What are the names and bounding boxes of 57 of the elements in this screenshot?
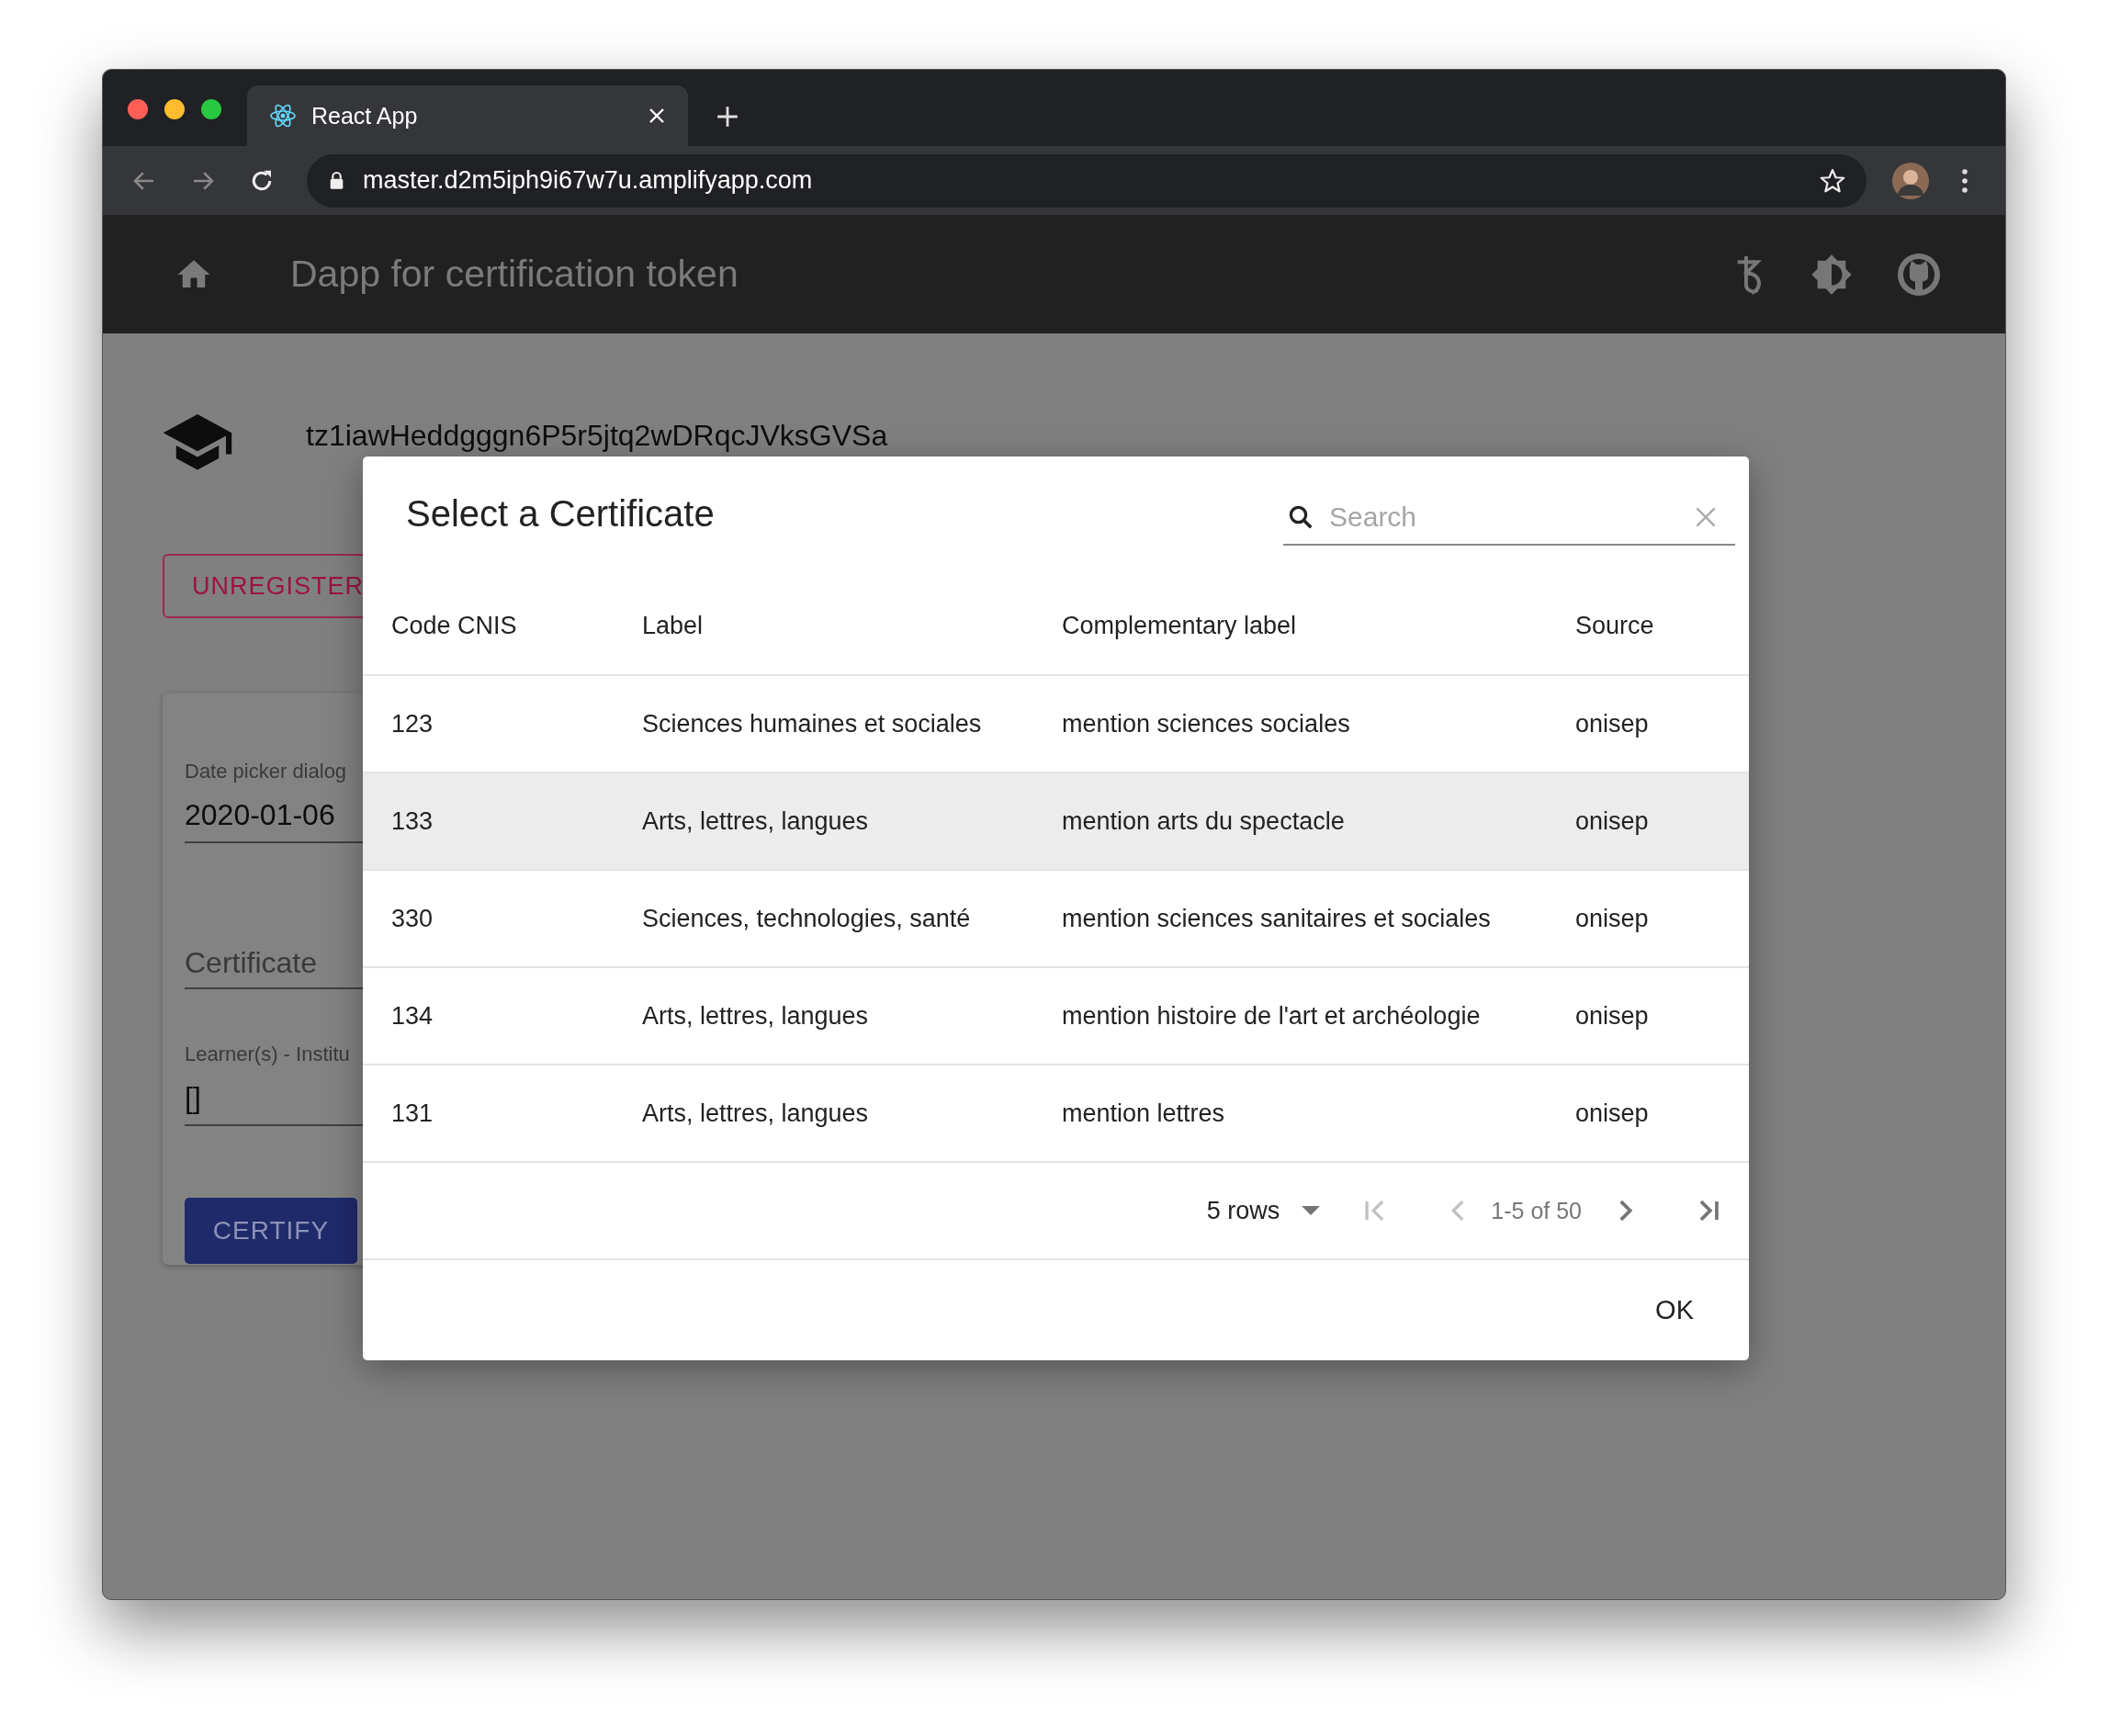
- star-icon[interactable]: [1819, 166, 1846, 195]
- field-value: []: [185, 1081, 202, 1115]
- table-cell-text: Arts, lettres, langues: [642, 1099, 870, 1128]
- table-cell-text: Arts, lettres, langues: [642, 1001, 870, 1031]
- avatar-icon[interactable]: [1892, 162, 1929, 199]
- column-header[interactable]: Complementary label: [1062, 612, 1575, 640]
- certify-button[interactable]: CERTIFY: [185, 1198, 357, 1264]
- table-cell-text: 134: [390, 1001, 434, 1031]
- clear-icon[interactable]: [1695, 506, 1717, 528]
- search-field[interactable]: Search: [1327, 501, 1682, 534]
- page-range: 1-5 of 50: [1491, 1197, 1582, 1224]
- table-row[interactable]: 133 Arts, lettres, langues mention arts du spectacle onisep: [363, 773, 1749, 871]
- table-cell-text: onisep: [1575, 1001, 1650, 1031]
- table-cell-text: onisep: [1575, 904, 1650, 933]
- table-row[interactable]: 330 Sciences, technologies, santé mention sciences sanitaires et sociales onisep: [363, 871, 1749, 968]
- table-cell-text: Sciences humaines et sociales: [642, 709, 983, 738]
- brightness-icon[interactable]: [1810, 253, 1853, 296]
- new-tab-icon[interactable]: [716, 105, 739, 129]
- lock-icon: [329, 171, 344, 190]
- address-bar[interactable]: master.d2m5iph9i67w7u.amplifyapp.com: [307, 153, 1867, 208]
- table-cell-text: onisep: [1575, 709, 1650, 738]
- table-cell-text: onisep: [1575, 806, 1650, 836]
- field-label: Learner(s) - Institu: [185, 1043, 351, 1066]
- atom-icon: [269, 102, 297, 130]
- tab-title: React App: [311, 102, 419, 130]
- github-icon[interactable]: [1897, 252, 1941, 297]
- table-row[interactable]: 131 Arts, lettres, langues mention lettres onisep: [363, 1065, 1749, 1163]
- table-cell-text: mention lettres: [1062, 1099, 1226, 1128]
- table-cell-text: mention sciences sociales: [1062, 709, 1351, 738]
- url-text: master.d2m5iph9i67w7u.amplifyapp.com: [363, 166, 814, 195]
- table-cell-text: 123: [390, 709, 434, 738]
- close-window-button[interactable]: [128, 99, 148, 119]
- table-cell-text: mention histoire de l'art et archéologie: [1062, 1001, 1482, 1031]
- search-icon: [1287, 503, 1314, 531]
- maximize-window-button[interactable]: [201, 99, 221, 119]
- dialog-title: Select a Certificate: [406, 492, 716, 535]
- graduation-cap-icon: [163, 414, 232, 471]
- close-icon[interactable]: [648, 107, 666, 125]
- field-placeholder: Certificate: [185, 946, 319, 980]
- more-icon[interactable]: [1960, 166, 1969, 195]
- caret-icon: [1302, 1206, 1321, 1215]
- account-address: tz1iawHeddgggn6P5r5jtq2wDRqcJVksGVSa: [306, 419, 888, 452]
- table-row[interactable]: 134 Arts, lettres, langues mention histoire de l'art et archéologie onisep: [363, 968, 1749, 1065]
- field-label: Date picker dialog: [185, 760, 348, 783]
- table-cell-text: Sciences, technologies, santé: [642, 904, 972, 933]
- app-title: Dapp for certification token: [290, 253, 739, 296]
- ok-button[interactable]: OK: [1635, 1282, 1714, 1338]
- table-cell-text: 330: [390, 904, 434, 933]
- table-cell-text: mention arts du spectacle: [1062, 806, 1346, 836]
- table-cell-text: mention sciences sanitaires et sociales: [1062, 904, 1492, 933]
- browser-tab[interactable]: React App: [247, 85, 688, 146]
- rows-per-page-select[interactable]: 5 rows: [1206, 1196, 1321, 1225]
- table-cell-text: Arts, lettres, langues: [642, 806, 870, 836]
- table-cell-text: onisep: [1575, 1099, 1650, 1128]
- minimize-window-button[interactable]: [164, 99, 185, 119]
- column-header[interactable]: Source: [1575, 612, 1749, 640]
- column-header[interactable]: Label: [642, 612, 1062, 640]
